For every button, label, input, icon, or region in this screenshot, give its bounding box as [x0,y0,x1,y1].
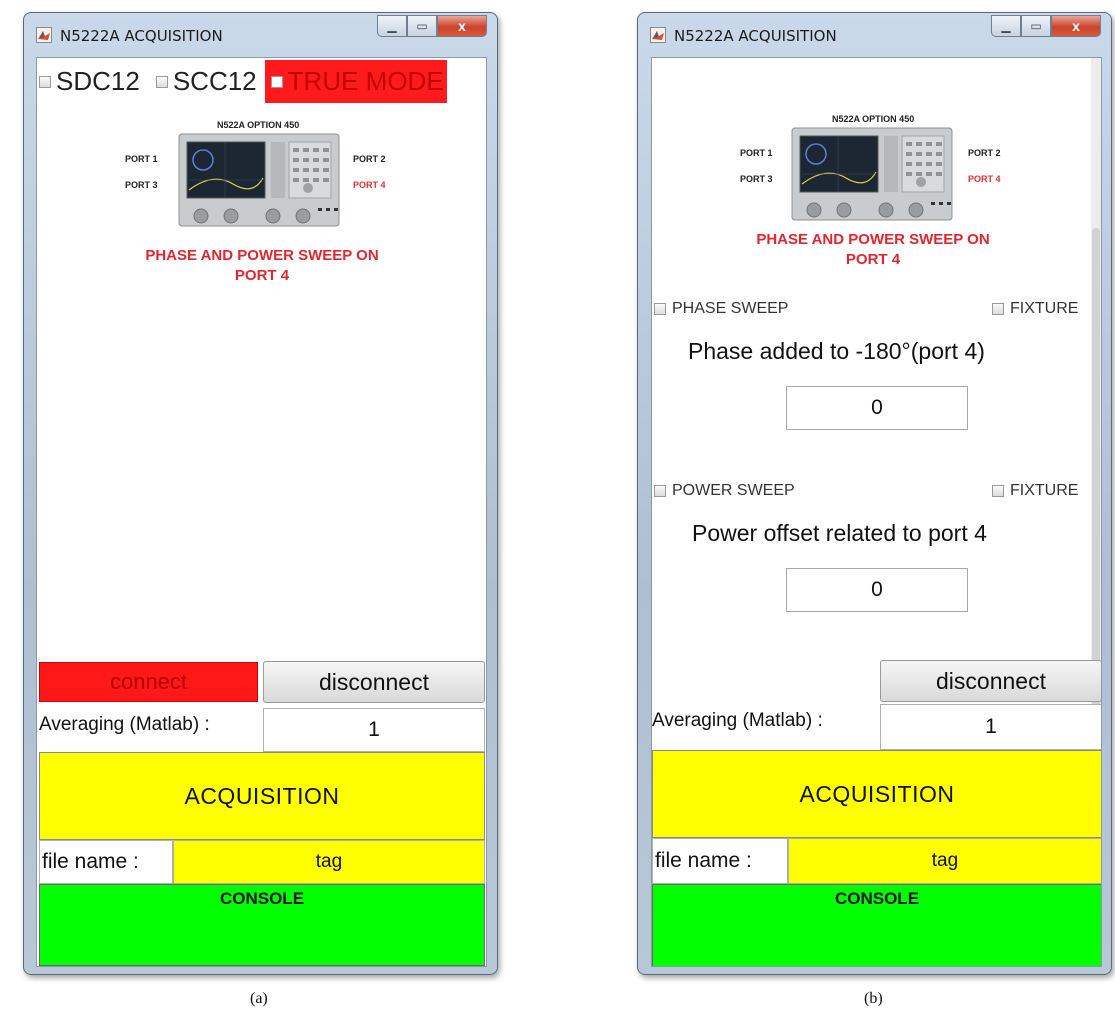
power-fixture-checkbox[interactable]: FIXTURE [992,482,1078,500]
window-content: N522A OPTION 450 PORT 1 PORT 3 PORT 2 PO… [651,57,1102,967]
file-name-label: file name : [652,838,788,884]
phase-sweep-checkbox[interactable]: PHASE SWEEP [654,300,788,318]
instrument-illustration: N522A OPTION 450 PORT 1 PORT 3 PORT 2 PO… [736,114,1012,244]
console-label: CONSOLE [834,889,920,908]
console-label: CONSOLE [219,889,305,908]
phase-sweep-label: PHASE SWEEP [672,300,789,317]
power-title: Power offset related to port 4 [692,520,987,546]
window-controls: ▁ ▭ x [377,15,487,37]
maximize-icon: ▭ [416,19,428,33]
acquisition-window-a: N5222A ACQUISITION ▁ ▭ x SDC12 SCC12 TRU… [23,12,498,975]
sdc12-checkbox[interactable]: SDC12 [37,60,140,103]
instrument-illustration: N522A OPTION 450 PORT 1 PORT 3 PORT 2 PO… [123,120,399,250]
phase-title: Phase added to -180°(port 4) [688,338,985,364]
port2-label: PORT 2 [968,148,1001,158]
acquisition-button[interactable]: ACQUISITION [652,750,1101,838]
title-bar[interactable]: N5222A ACQUISITION ▁ ▭ x [24,13,497,55]
connect-button[interactable]: connect [39,662,258,702]
figure-caption-a: (a) [250,990,268,1007]
figure: N5222A ACQUISITION ▁ ▭ x SDC12 SCC12 TRU… [0,0,1115,1016]
close-button[interactable]: x [1051,15,1101,37]
sweep-caption: PHASE AND POWER SWEEP ON PORT 4 [756,231,990,268]
checkbox-box[interactable] [155,75,168,88]
port4-label: PORT 4 [353,180,386,190]
power-fixture-label: FIXTURE [1010,482,1079,499]
disconnect-button[interactable]: disconnect [880,660,1101,702]
checkbox-box[interactable] [270,75,283,88]
title-bar[interactable]: N5222A ACQUISITION ▁ ▭ x [638,13,1111,55]
minimize-icon: ▁ [387,19,397,33]
port2-label: PORT 2 [353,154,386,164]
mode-selector: SDC12 SCC12 TRUE MODE [37,60,486,103]
minimize-button[interactable]: ▁ [991,15,1021,37]
close-icon: x [458,18,466,34]
checkbox-box[interactable] [39,75,51,88]
close-icon: x [1072,18,1080,34]
checkbox-box[interactable] [654,485,666,497]
file-name-input[interactable]: tag [788,838,1101,884]
maximize-button[interactable]: ▭ [407,15,437,37]
port1-label: PORT 1 [740,148,773,158]
matlab-icon [36,27,52,43]
averaging-input[interactable]: 1 [263,708,485,752]
disconnect-button[interactable]: disconnect [263,661,485,703]
file-name-label: file name : [39,840,173,884]
acquisition-window-b: N5222A ACQUISITION ▁ ▭ x N522A OPTION 45… [637,12,1112,975]
close-button[interactable]: x [437,15,487,37]
port3-label: PORT 3 [740,174,773,184]
port3-label: PORT 3 [125,180,158,190]
window-controls: ▁ ▭ x [991,15,1101,37]
averaging-label: Averaging (Matlab) : [39,714,210,735]
port1-label: PORT 1 [125,154,158,164]
power-input[interactable]: 0 [786,568,968,612]
checkbox-box[interactable] [992,303,1004,315]
console-panel: CONSOLE [652,884,1101,966]
window-title: N5222A ACQUISITION [60,27,223,45]
file-name-input[interactable]: tag [173,840,485,884]
scc12-label: SCC12 [172,66,257,96]
true-mode-checkbox[interactable]: TRUE MODE [264,60,447,103]
minimize-button[interactable]: ▁ [377,15,407,37]
sweep-caption: PHASE AND POWER SWEEP ON PORT 4 [145,247,379,284]
maximize-button[interactable]: ▭ [1021,15,1051,37]
phase-fixture-label: FIXTURE [1010,300,1079,317]
port4-label: PORT 4 [968,174,1001,184]
true-mode-label: TRUE MODE [287,66,444,96]
power-sweep-label: POWER SWEEP [672,482,795,499]
figure-caption-b: (b) [864,990,883,1007]
console-panel: CONSOLE [39,884,485,966]
window-content: SDC12 SCC12 TRUE MODE N522A OPTION 450 P… [36,57,487,967]
window-title: N5222A ACQUISITION [674,27,837,45]
power-sweep-checkbox[interactable]: POWER SWEEP [654,482,795,500]
phase-fixture-checkbox[interactable]: FIXTURE [992,300,1078,318]
minimize-icon: ▁ [1001,19,1011,33]
checkbox-box[interactable] [992,485,1004,497]
averaging-input[interactable]: 1 [880,704,1101,750]
averaging-label: Averaging (Matlab) : [652,710,823,731]
maximize-icon: ▭ [1030,19,1042,33]
acquisition-button[interactable]: ACQUISITION [39,752,485,840]
matlab-icon [650,27,666,43]
scc12-checkbox[interactable]: SCC12 [154,60,257,103]
sdc12-label: SDC12 [56,66,140,96]
checkbox-box[interactable] [654,303,666,315]
phase-input[interactable]: 0 [786,386,968,430]
